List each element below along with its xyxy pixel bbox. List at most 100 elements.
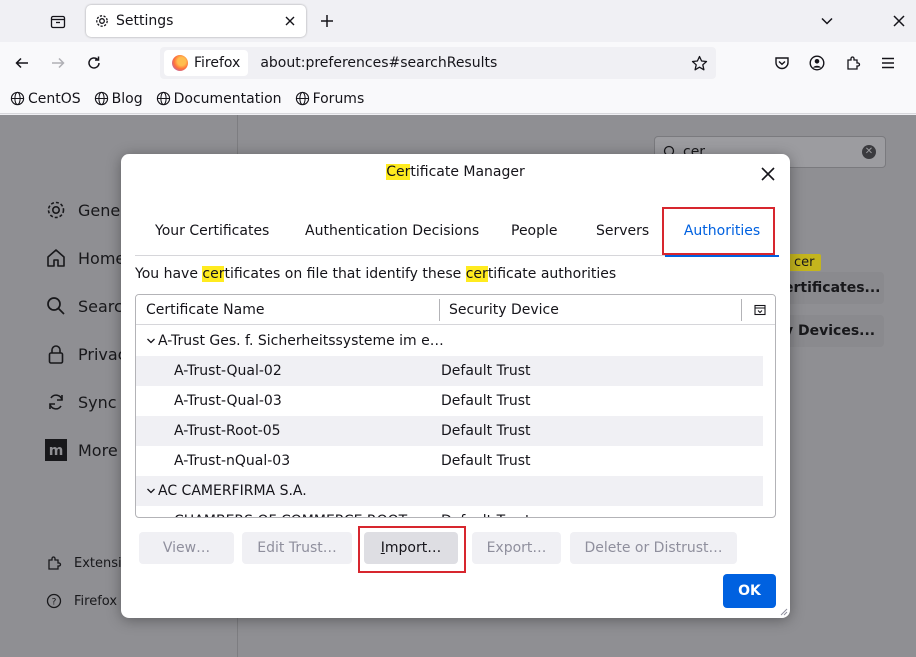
authorities-description: You have certificates on file that ident… bbox=[135, 266, 616, 282]
close-tab-icon[interactable] bbox=[282, 13, 298, 29]
reload-icon bbox=[88, 56, 100, 69]
tab-authentication-decisions[interactable]: Authentication Decisions bbox=[305, 206, 479, 256]
globe-icon bbox=[10, 91, 25, 106]
extensions-button[interactable] bbox=[841, 51, 865, 75]
tree-row[interactable]: A-Trust-nQual-03 Default Trust bbox=[136, 446, 763, 476]
tree-group-row[interactable]: A-Trust Ges. f. Sicherheitssysteme im e… bbox=[136, 326, 763, 356]
bookmark-label: CentOS bbox=[28, 90, 81, 107]
security-device: Default Trust bbox=[441, 453, 531, 469]
gear-icon bbox=[94, 13, 110, 29]
close-icon bbox=[893, 15, 905, 27]
tab-strip: Settings bbox=[0, 0, 916, 42]
column-splitter[interactable] bbox=[439, 299, 440, 321]
url-bar[interactable]: Firefox about:preferences#searchResults bbox=[160, 47, 716, 79]
dialog-title: Certificate Manager bbox=[121, 164, 790, 180]
help-icon: ? bbox=[46, 593, 62, 609]
app-menu-button[interactable] bbox=[876, 51, 900, 75]
column-picker-icon[interactable] bbox=[753, 303, 767, 317]
column-header-certificate-name[interactable]: Certificate Name bbox=[146, 295, 264, 325]
close-icon bbox=[761, 167, 775, 181]
certificate-tree[interactable]: Certificate Name Security Device A-Trust… bbox=[135, 294, 776, 518]
url-text[interactable]: about:preferences#searchResults bbox=[260, 55, 497, 71]
category-label: Home bbox=[78, 248, 126, 268]
forward-button[interactable] bbox=[46, 51, 70, 75]
category-search[interactable]: Search bbox=[44, 294, 133, 318]
category-privacy[interactable]: Privac bbox=[44, 342, 126, 366]
security-devices-button[interactable]: y Devices... bbox=[784, 315, 884, 347]
view-button[interactable]: View… bbox=[139, 532, 234, 564]
reload-button[interactable] bbox=[82, 51, 106, 75]
tree-group-row[interactable]: AC CAMERFIRMA S.A. bbox=[136, 476, 763, 506]
bookmark-item[interactable]: Forums bbox=[295, 90, 365, 107]
tab-people[interactable]: People bbox=[511, 206, 558, 256]
clear-search-icon[interactable]: ✕ bbox=[862, 145, 876, 159]
pocket-button[interactable] bbox=[770, 51, 794, 75]
bookmark-item[interactable]: Documentation bbox=[156, 91, 282, 107]
firefox-logo-icon bbox=[172, 55, 188, 71]
category-label: Gener bbox=[78, 200, 127, 220]
column-splitter[interactable] bbox=[741, 299, 742, 321]
export-button[interactable]: Export… bbox=[472, 532, 561, 564]
back-button[interactable] bbox=[10, 51, 34, 75]
category-home[interactable]: Home bbox=[44, 246, 125, 270]
navigation-toolbar: Firefox about:preferences#searchResults bbox=[0, 42, 916, 84]
bookmark-label: Documentation bbox=[173, 90, 282, 107]
firefox-view-button[interactable] bbox=[44, 8, 72, 36]
tab-settings[interactable]: Settings bbox=[86, 5, 306, 37]
column-header-security-device[interactable]: Security Device bbox=[449, 295, 559, 325]
tab-servers[interactable]: Servers bbox=[596, 206, 649, 256]
bookmark-star-icon[interactable] bbox=[690, 54, 708, 72]
group-name: A-Trust Ges. f. Sicherheitssysteme im e… bbox=[158, 333, 444, 349]
category-label: Sync bbox=[78, 392, 117, 412]
gear-icon bbox=[44, 198, 68, 222]
desc-highlight: cer bbox=[465, 266, 488, 282]
identity-box[interactable]: Firefox bbox=[164, 50, 249, 76]
category-more-from-mozilla[interactable]: m More f bbox=[44, 438, 128, 462]
arrow-right-icon bbox=[52, 57, 65, 69]
tree-scrollbar[interactable] bbox=[763, 325, 775, 517]
view-certificates-button[interactable]: ertificates... bbox=[784, 272, 884, 304]
bookmark-item[interactable]: Blog bbox=[94, 91, 143, 107]
chevron-down-icon[interactable] bbox=[144, 334, 158, 348]
title-highlight: Cer bbox=[386, 164, 411, 180]
resize-grip-icon[interactable] bbox=[778, 606, 788, 616]
tree-row[interactable]: A-Trust-Root-05 Default Trust bbox=[136, 416, 763, 446]
bookmark-label: Blog bbox=[111, 90, 143, 107]
window-close-button[interactable] bbox=[888, 10, 910, 32]
category-general[interactable]: Gener bbox=[44, 198, 127, 222]
tree-row[interactable]: CHAMBERS OF COMMERCE ROOT Default Trust bbox=[136, 506, 763, 517]
bookmark-item[interactable]: CentOS bbox=[10, 91, 81, 107]
category-sync[interactable]: Sync bbox=[44, 390, 117, 414]
ok-button[interactable]: OK bbox=[723, 574, 776, 608]
arrow-left-icon bbox=[15, 57, 28, 69]
globe-icon bbox=[94, 91, 108, 106]
puzzle-icon bbox=[48, 556, 62, 570]
desc-text: You have bbox=[135, 266, 203, 282]
desc-highlight: cer bbox=[202, 266, 225, 282]
bookmark-label: Forums bbox=[312, 90, 365, 107]
puzzle-icon bbox=[847, 56, 861, 70]
account-button[interactable] bbox=[805, 51, 829, 75]
new-tab-button[interactable] bbox=[316, 10, 338, 32]
title-text: tificate Manager bbox=[410, 164, 525, 180]
tree-row[interactable]: A-Trust-Qual-02 Default Trust bbox=[136, 356, 763, 386]
svg-text:?: ? bbox=[52, 598, 57, 608]
mozilla-icon: m bbox=[44, 438, 68, 462]
svg-text:m: m bbox=[49, 443, 64, 459]
annotation-box-import bbox=[358, 526, 466, 573]
globe-icon bbox=[295, 91, 309, 106]
tab-your-certificates[interactable]: Your Certificates bbox=[155, 206, 269, 256]
desc-text: tificates on file that identify these bbox=[224, 266, 466, 282]
chevron-down-icon[interactable] bbox=[144, 484, 158, 498]
tree-row[interactable]: A-Trust-Qual-03 Default Trust bbox=[136, 386, 763, 416]
category-label: Privac bbox=[78, 344, 127, 364]
list-all-tabs-button[interactable] bbox=[816, 10, 838, 32]
firefox-support-link[interactable]: ? Firefox bbox=[46, 593, 117, 609]
security-device: Default Trust bbox=[441, 363, 531, 379]
bookmarks-toolbar: CentOS Blog Documentation Forums bbox=[0, 84, 916, 114]
extensions-themes-link[interactable]: Extensi bbox=[46, 555, 122, 571]
delete-or-distrust-button[interactable]: Delete or Distrust… bbox=[570, 532, 737, 564]
dialog-close-button[interactable] bbox=[758, 164, 778, 184]
edit-trust-button[interactable]: Edit Trust… bbox=[242, 532, 352, 564]
annotation-box-authorities bbox=[662, 207, 775, 255]
